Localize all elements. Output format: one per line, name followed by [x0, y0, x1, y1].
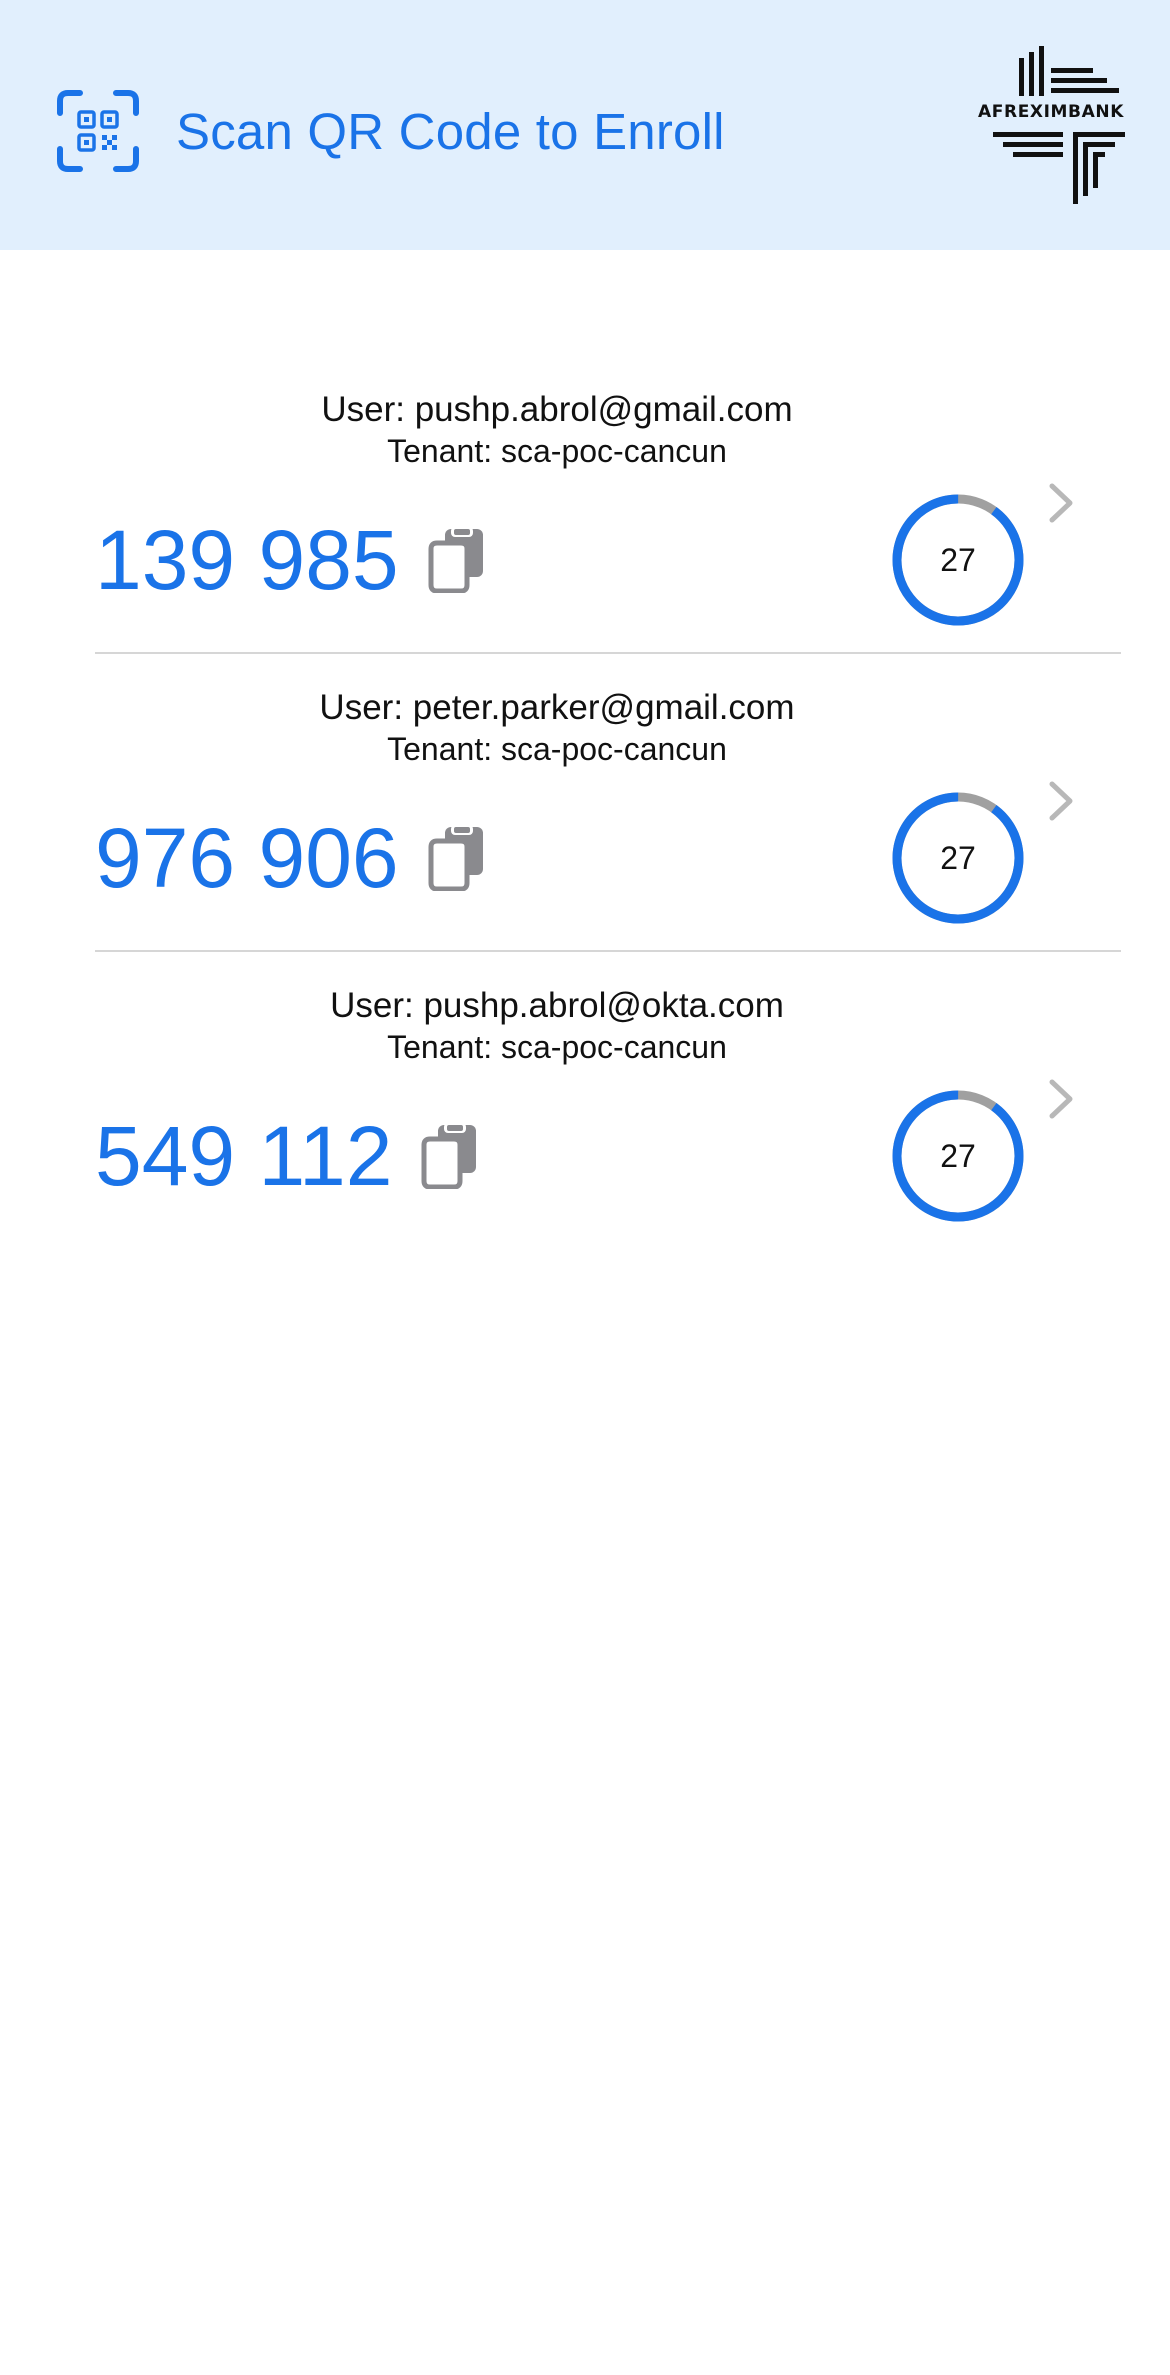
account-tenant: Tenant: sca-poc-cancun	[387, 1029, 727, 1065]
account-row[interactable]: User: peter.parker@gmail.com Tenant: sca…	[0, 678, 1170, 976]
qr-scan-icon	[57, 90, 139, 172]
code-row: 139 985	[95, 505, 485, 615]
countdown-seconds: 27	[940, 1138, 976, 1174]
account-user: User: pushp.abrol@okta.com	[330, 986, 784, 1025]
code-row: 549 112	[95, 1101, 478, 1211]
account-tenant: Tenant: sca-poc-cancun	[387, 731, 727, 767]
scan-qr-enroll-button[interactable]: Scan QR Code to Enroll	[56, 88, 725, 174]
afreximbank-logo: AFREXIMBANK	[975, 42, 1135, 212]
otp-code[interactable]: 139 985	[95, 505, 399, 615]
copy-icon[interactable]	[427, 825, 485, 891]
copy-icon[interactable]	[420, 1123, 478, 1189]
countdown-timer: 27	[890, 1088, 1026, 1224]
account-list: User: pushp.abrol@gmail.com Tenant: sca-…	[0, 380, 1170, 1274]
copy-icon[interactable]	[427, 527, 485, 593]
account-tenant: Tenant: sca-poc-cancun	[387, 433, 727, 469]
code-row: 976 906	[95, 803, 485, 913]
account-user: User: peter.parker@gmail.com	[319, 688, 795, 727]
countdown-seconds: 27	[940, 542, 976, 578]
chevron-right-icon[interactable]	[1046, 780, 1076, 822]
account-user: User: pushp.abrol@gmail.com	[321, 390, 793, 429]
afreximbank-logo-mark	[993, 46, 1125, 204]
otp-code[interactable]: 976 906	[95, 803, 399, 913]
otp-code[interactable]: 549 112	[95, 1101, 392, 1211]
account-row[interactable]: User: pushp.abrol@okta.com Tenant: sca-p…	[0, 976, 1170, 1274]
scan-qr-enroll-label: Scan QR Code to Enroll	[176, 102, 725, 160]
header-bar: Scan QR Code to Enroll AFREXIMBANK	[0, 0, 1170, 250]
row-divider	[95, 950, 1121, 952]
countdown-timer: 27	[890, 492, 1026, 628]
chevron-right-icon[interactable]	[1046, 482, 1076, 524]
countdown-timer: 27	[890, 790, 1026, 926]
countdown-seconds: 27	[940, 840, 976, 876]
chevron-right-icon[interactable]	[1046, 1078, 1076, 1120]
account-row[interactable]: User: pushp.abrol@gmail.com Tenant: sca-…	[0, 380, 1170, 678]
row-divider	[95, 652, 1121, 654]
logo-wordmark: AFREXIMBANK	[975, 102, 1127, 122]
